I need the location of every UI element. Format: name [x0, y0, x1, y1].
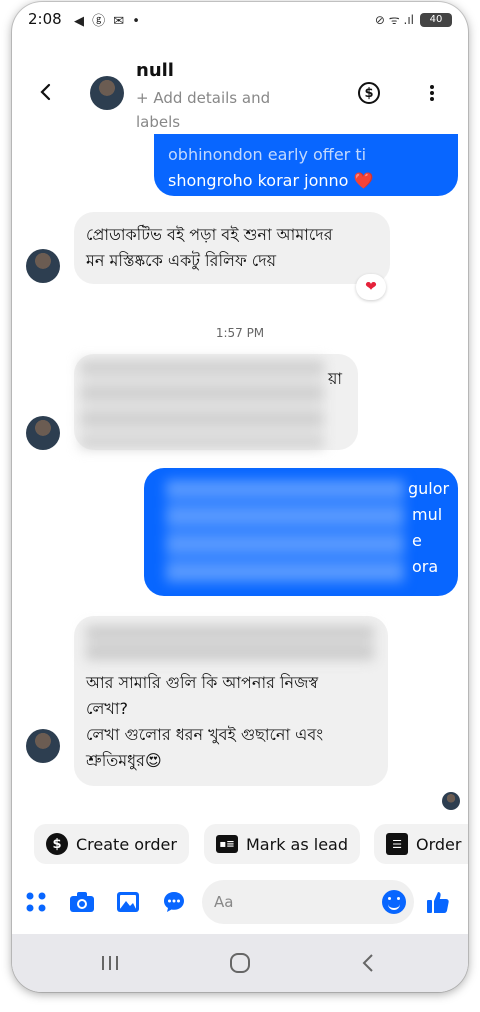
order-button[interactable]: ☰ Order [374, 824, 468, 864]
recents-icon[interactable] [90, 946, 130, 980]
message-fragment: ora [412, 557, 439, 576]
emoji-icon[interactable] [382, 890, 406, 914]
input-placeholder: Aa [214, 893, 234, 911]
incoming-message[interactable]: আর সামারি গুলি কি আপনার নিজস্ব লেখা? লেখ… [74, 616, 388, 786]
message-text: আর সামারি গুলি কি আপনার নিজস্ব [86, 673, 319, 692]
contact-avatar[interactable] [90, 76, 124, 110]
message-list[interactable]: obhinondon early offer ti shongroho kora… [12, 134, 468, 816]
dollar-icon: $ [46, 833, 68, 855]
message-input[interactable]: Aa [202, 880, 414, 924]
message-composer: Aa [12, 876, 468, 928]
message-fragment: mul [412, 505, 443, 524]
message-text: লেখা? [86, 699, 129, 718]
message-fragment: gulor [408, 479, 450, 498]
message-text: লেখা গুলোর ধরন খুবই গুছানো এবং [86, 725, 324, 744]
blurred-content [80, 360, 324, 448]
camera-icon[interactable] [68, 888, 96, 916]
outgoing-message[interactable]: obhinondon early offer ti shongroho kora… [154, 134, 458, 196]
heart-reaction-icon[interactable]: ❤ [356, 274, 386, 300]
message-timestamp: 1:57 PM [215, 326, 265, 340]
signal-icon: ⊘ ᯤ .ıl [374, 13, 414, 27]
more-options-icon[interactable] [422, 82, 442, 104]
nav-back-icon[interactable] [348, 946, 388, 980]
message-text: shongroho korar jonno ❤️ [168, 171, 374, 190]
order-list-icon: ☰ [386, 833, 408, 855]
blurred-content [86, 626, 374, 662]
like-thumbs-up-icon[interactable] [424, 888, 452, 916]
incoming-message[interactable]: প্রোডাকটিভ বই পড়া বই শুনা আমাদের মন মস্… [74, 212, 390, 284]
create-order-button[interactable]: $ Create order [34, 824, 189, 864]
chip-label: Mark as lead [246, 834, 349, 854]
outgoing-message[interactable]: gulor mul e ora [144, 468, 458, 596]
home-icon[interactable] [220, 946, 260, 980]
sender-avatar[interactable] [26, 249, 60, 283]
system-nav-bar [12, 934, 468, 992]
apps-grid-icon[interactable] [22, 888, 50, 916]
chip-label: Order [416, 834, 462, 854]
quick-actions: $ Create order ▪≡ Mark as lead ☰ Order [12, 820, 468, 868]
back-arrow-icon[interactable] [36, 82, 56, 102]
message-text: মন মস্তিষ্ককে একটু রিলিফ দেয় [86, 251, 277, 270]
gallery-icon[interactable] [114, 888, 142, 916]
payment-dollar-icon[interactable]: $ [358, 82, 380, 104]
message-text: প্রোডাকটিভ বই পড়া বই শুনা আমাদের [86, 225, 333, 244]
message-fragment: e [412, 531, 422, 550]
battery-icon: 40 [420, 12, 452, 27]
message-fragment: য়া [328, 369, 343, 388]
chat-bubble-icon[interactable] [160, 888, 188, 916]
chat-header: null + Add details and labels $ [12, 44, 468, 134]
message-fragments: gulor mul e ora [408, 476, 449, 580]
incoming-message[interactable]: য়া [74, 354, 358, 450]
blurred-content [166, 480, 404, 584]
mark-as-lead-button[interactable]: ▪≡ Mark as lead [204, 824, 361, 864]
contact-name[interactable]: null [136, 60, 174, 81]
seen-avatar [442, 792, 460, 810]
notification-icons: ◀ ⓖ ✉ • [74, 14, 142, 29]
message-text: শ্রুতিমধুর😍 [86, 751, 162, 770]
lead-card-icon: ▪≡ [216, 835, 238, 853]
chip-label: Create order [76, 834, 177, 854]
add-details-link[interactable]: + Add details and labels [136, 86, 296, 134]
sender-avatar[interactable] [26, 416, 60, 450]
status-bar: 2:08 ◀ ⓖ ✉ • ⊘ ᯤ .ıl 40 [12, 2, 468, 38]
system-icons: ⊘ ᯤ .ıl 40 [375, 11, 452, 28]
sender-avatar[interactable] [26, 729, 60, 763]
message-text: obhinondon early offer ti [168, 145, 367, 164]
status-time: 2:08 [28, 10, 62, 28]
phone-frame: 2:08 ◀ ⓖ ✉ • ⊘ ᯤ .ıl 40 null + Add detai… [12, 2, 468, 992]
